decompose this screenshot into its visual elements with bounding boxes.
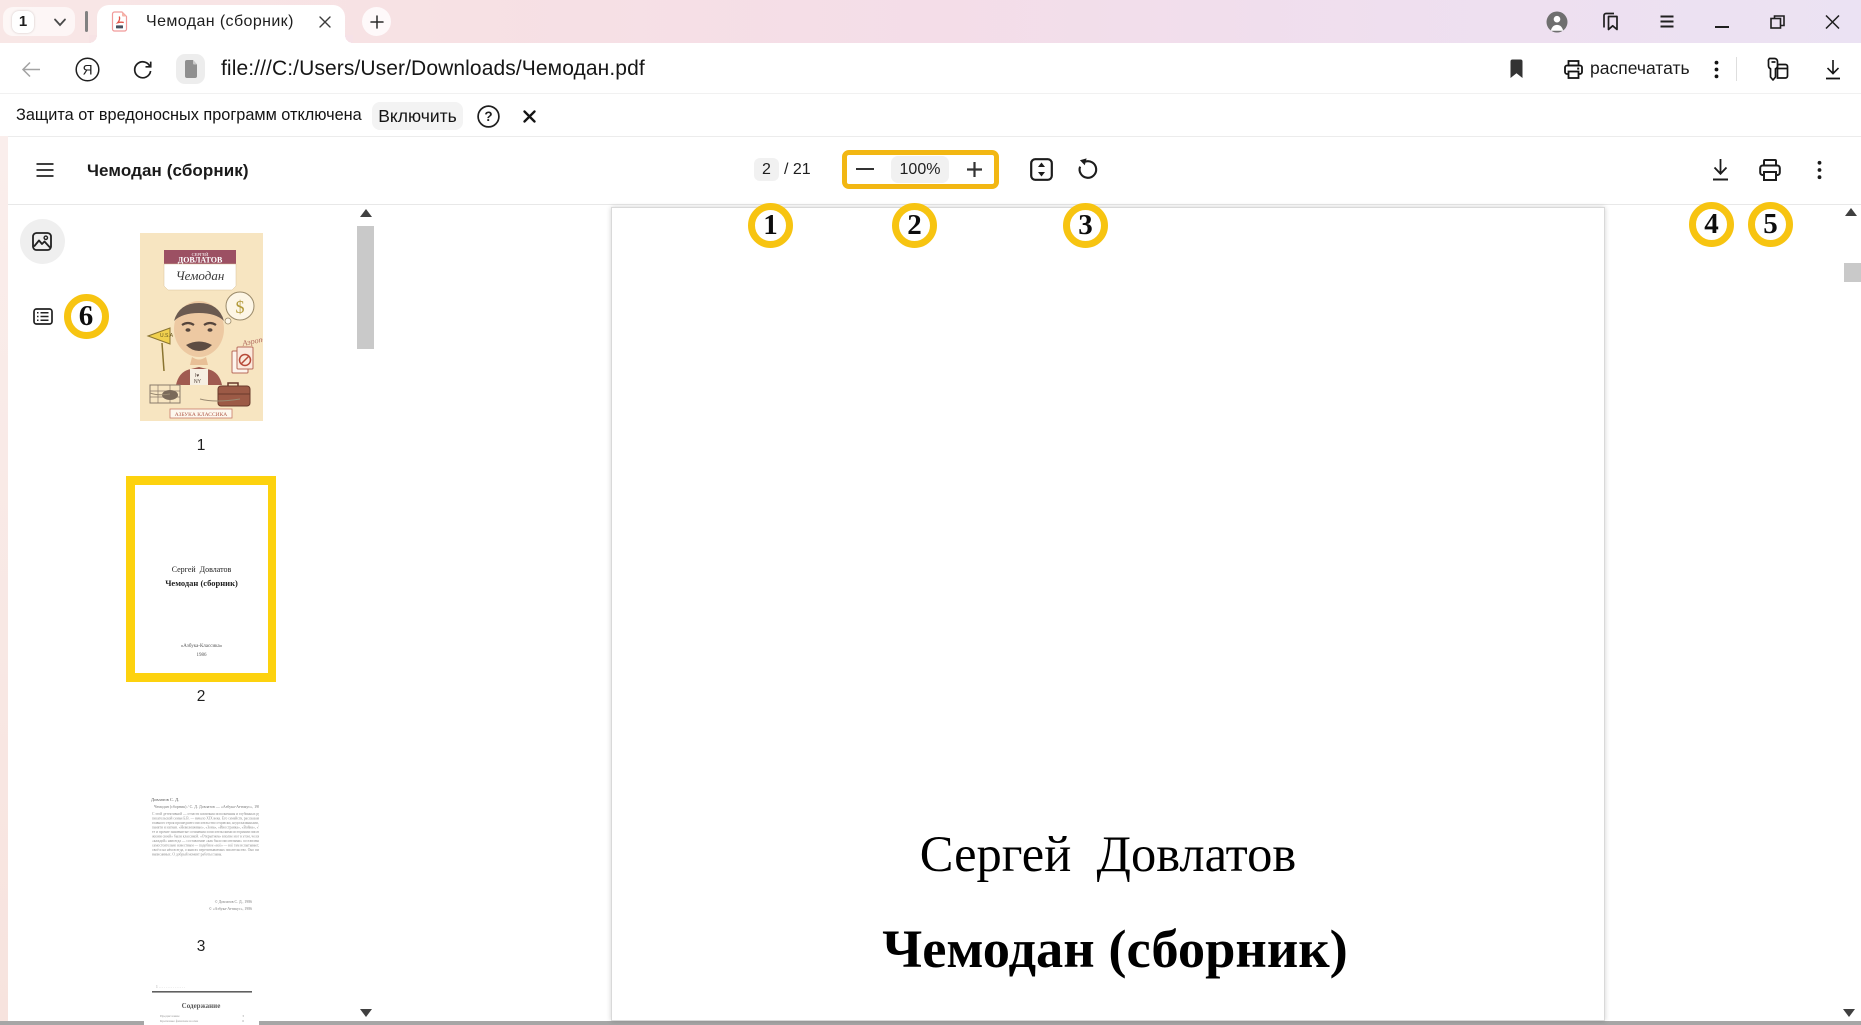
svg-text:АЗБУКА КЛАССИКА: АЗБУКА КЛАССИКА bbox=[175, 412, 228, 418]
svg-text:3: 3 bbox=[242, 1014, 244, 1018]
svg-text:написанных. О добрый момент ра: написанных. О добрый момент работы главы… bbox=[152, 853, 222, 857]
svg-text:Креповые финские носки: Креповые финские носки bbox=[160, 1019, 198, 1023]
svg-text:Содержание: Содержание bbox=[182, 1002, 221, 1010]
svg-text:те и прочие знаменитые сочинен: те и прочие знаменитые сочинения и писат… bbox=[152, 830, 259, 834]
svg-text:С этой детективной — отчасти к: С этой детективной — отчасти комичная ис… bbox=[152, 812, 259, 816]
svg-text:ДОВЛАТОВ: ДОВЛАТОВ bbox=[178, 256, 223, 265]
svg-text:Чемодан: Чемодан bbox=[176, 268, 225, 283]
svg-text:?: ? bbox=[484, 109, 492, 124]
svg-text:Довлатов С. Д.: Довлатов С. Д. bbox=[151, 797, 179, 802]
svg-text:NY: NY bbox=[194, 379, 202, 385]
svg-text:Я: Я bbox=[82, 62, 92, 78]
svg-text:Предисловие: Предисловие bbox=[160, 1014, 180, 1018]
svg-text:1 . . . . . . . . . . . . . .: 1 . . . . . . . . . . . . . . . bbox=[156, 985, 185, 989]
svg-text:U.S.A: U.S.A bbox=[160, 333, 174, 339]
svg-text:$: $ bbox=[236, 297, 245, 317]
svg-text:«каждой» навсегда — составлени: «каждой» навсегда — составление «как был… bbox=[152, 839, 259, 843]
svg-text:6: 6 bbox=[242, 1019, 244, 1023]
